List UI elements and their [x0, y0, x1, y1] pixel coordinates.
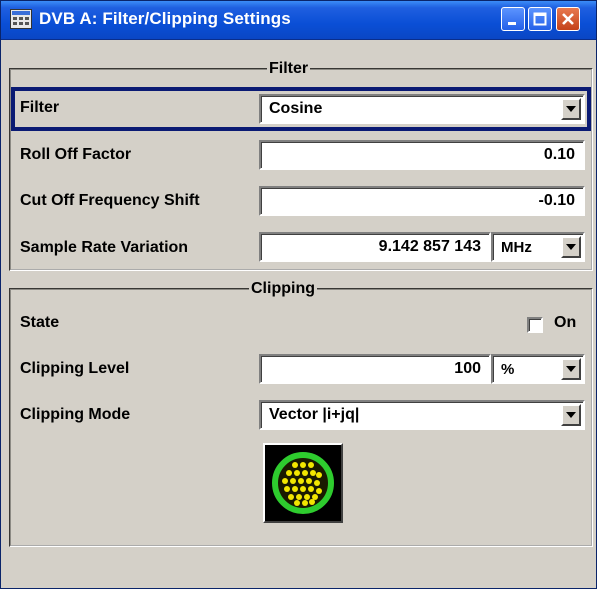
vector-clipping-icon	[272, 452, 334, 514]
chevron-down-icon	[566, 412, 576, 418]
sample-rate-variation-label: Sample Rate Variation	[20, 239, 189, 256]
filter-clipping-window: DVB A: Filter/Clipping Settings Filter F…	[0, 0, 597, 589]
cut-off-frequency-shift-input[interactable]: -0.10	[259, 186, 585, 216]
maximize-button[interactable]	[528, 7, 552, 31]
window-icon	[10, 9, 32, 29]
clipping-level-input[interactable]: 100	[259, 354, 491, 384]
chevron-down-icon	[566, 366, 576, 372]
clipping-level-unit-dropdown-button[interactable]	[561, 358, 581, 380]
filter-value: Cosine	[269, 100, 323, 117]
clipping-mode-value: Vector |i+jq|	[269, 406, 360, 423]
close-button[interactable]	[556, 7, 580, 31]
minimize-button[interactable]	[501, 7, 525, 31]
clipping-group-title: Clipping	[249, 280, 317, 298]
window-title: DVB A: Filter/Clipping Settings	[39, 9, 291, 28]
sample-rate-unit-value: MHz	[501, 238, 532, 256]
sample-rate-variation-value: 9.142 857 143	[378, 238, 481, 255]
chevron-down-icon	[566, 244, 576, 250]
minimize-icon	[508, 22, 516, 25]
state-label: State	[20, 314, 60, 331]
sample-rate-unit-dropdown[interactable]: MHz	[491, 232, 585, 262]
clipping-mode-dropdown-button[interactable]	[561, 404, 581, 426]
title-bar[interactable]: DVB A: Filter/Clipping Settings	[1, 1, 596, 40]
clipping-level-label: Clipping Level	[20, 360, 130, 377]
close-icon	[562, 13, 574, 25]
clipping-mode-label: Clipping Mode	[20, 406, 131, 423]
roll-off-factor-value: 0.10	[543, 146, 575, 163]
filter-dropdown-button[interactable]	[561, 98, 581, 120]
state-checkbox-label[interactable]: On	[554, 314, 576, 332]
vector-clipping-graphic	[263, 443, 343, 523]
clipping-level-value: 100	[454, 360, 481, 377]
cut-off-frequency-shift-value: -0.10	[538, 192, 575, 209]
clipping-mode-dropdown[interactable]: Vector |i+jq|	[259, 400, 585, 430]
roll-off-factor-label: Roll Off Factor	[20, 146, 132, 163]
sample-rate-unit-dropdown-button[interactable]	[561, 236, 581, 258]
sample-rate-variation-input[interactable]: 9.142 857 143	[259, 232, 491, 262]
cut-off-frequency-shift-label: Cut Off Frequency Shift	[20, 192, 200, 209]
filter-group-title: Filter	[267, 60, 311, 78]
filter-label: Filter	[20, 99, 60, 116]
state-checkbox[interactable]	[527, 317, 543, 333]
filter-dropdown[interactable]: Cosine	[259, 94, 585, 124]
chevron-down-icon	[566, 106, 576, 112]
roll-off-factor-input[interactable]: 0.10	[259, 140, 585, 170]
maximize-icon	[533, 12, 547, 26]
clipping-level-unit-value: %	[501, 360, 515, 378]
clipping-level-unit-dropdown[interactable]: %	[491, 354, 585, 384]
